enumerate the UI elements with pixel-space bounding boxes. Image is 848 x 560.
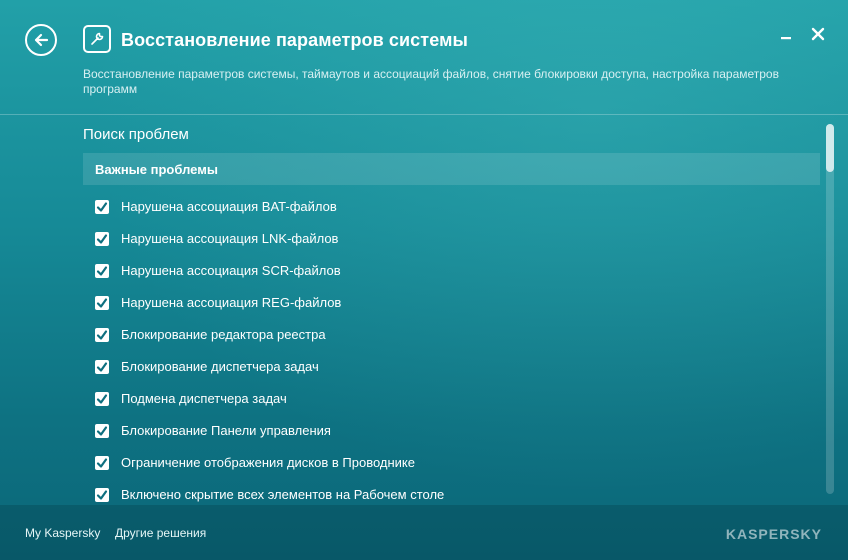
list-item[interactable]: Блокирование Панели управления <box>95 421 815 453</box>
item-label: Включено скрытие всех элементов на Рабоч… <box>121 487 445 502</box>
back-button[interactable] <box>25 24 57 56</box>
checkmark-icon <box>96 426 108 436</box>
list-item[interactable]: Ограничение отображения дисков в Проводн… <box>95 453 815 485</box>
item-label: Нарушена ассоциация BAT-файлов <box>121 199 337 214</box>
checkmark-icon <box>96 394 108 404</box>
problem-list: Нарушена ассоциация BAT-файлов Нарушена … <box>95 197 815 517</box>
checkmark-icon <box>96 202 108 212</box>
app-window: Восстановление параметров системы Восста… <box>0 0 848 560</box>
close-button[interactable] <box>810 24 826 44</box>
list-item[interactable]: Подмена диспетчера задач <box>95 389 815 421</box>
list-item[interactable]: Нарушена ассоциация BAT-файлов <box>95 197 815 229</box>
window-controls <box>778 24 826 44</box>
page-title: Восстановление параметров системы <box>121 30 468 50</box>
minimize-button[interactable] <box>778 24 794 44</box>
section-title: Поиск проблем <box>83 126 189 143</box>
checkmark-icon <box>96 490 108 500</box>
checkbox[interactable] <box>95 200 109 214</box>
checkbox[interactable] <box>95 264 109 278</box>
checkbox[interactable] <box>95 232 109 246</box>
minimize-icon <box>781 37 791 40</box>
checkmark-icon <box>96 330 108 340</box>
checkbox[interactable] <box>95 296 109 310</box>
group-title: Важные проблемы <box>95 162 218 177</box>
checkmark-icon <box>96 362 108 372</box>
checkbox[interactable] <box>95 456 109 470</box>
item-label: Нарушена ассоциация SCR-файлов <box>121 263 341 278</box>
checkmark-icon <box>96 458 108 468</box>
checkbox[interactable] <box>95 392 109 406</box>
list-item[interactable]: Блокирование диспетчера задач <box>95 357 815 389</box>
item-label: Блокирование редактора реестра <box>121 327 326 342</box>
list-item[interactable]: Нарушена ассоциация LNK-файлов <box>95 229 815 261</box>
item-label: Подмена диспетчера задач <box>121 391 287 406</box>
item-label: Блокирование Панели управления <box>121 423 331 438</box>
header-divider <box>0 114 848 115</box>
other-solutions-link[interactable]: Другие решения <box>115 526 206 540</box>
scroll-thumb[interactable] <box>826 124 834 172</box>
list-item[interactable]: Нарушена ассоциация SCR-файлов <box>95 261 815 293</box>
item-label: Блокирование диспетчера задач <box>121 359 319 374</box>
list-item[interactable]: Блокирование редактора реестра <box>95 325 815 357</box>
back-arrow-icon <box>34 33 49 47</box>
my-kaspersky-link[interactable]: My Kaspersky <box>25 526 100 540</box>
group-header[interactable]: Важные проблемы <box>83 153 820 185</box>
checkmark-icon <box>96 266 108 276</box>
checkbox[interactable] <box>95 424 109 438</box>
checkbox[interactable] <box>95 488 109 502</box>
footer: My Kaspersky Другие решения KASPERSKY <box>0 505 848 560</box>
item-label: Нарушена ассоциация LNK-файлов <box>121 231 339 246</box>
checkmark-icon <box>96 298 108 308</box>
checkbox[interactable] <box>95 360 109 374</box>
page-subtitle: Восстановление параметров системы, тайма… <box>83 67 779 96</box>
item-label: Ограничение отображения дисков в Проводн… <box>121 455 415 470</box>
checkmark-icon <box>96 234 108 244</box>
wrench-icon <box>83 25 111 53</box>
list-item[interactable]: Нарушена ассоциация REG-файлов <box>95 293 815 325</box>
scrollbar[interactable] <box>826 124 834 494</box>
checkbox[interactable] <box>95 328 109 342</box>
item-label: Нарушена ассоциация REG-файлов <box>121 295 342 310</box>
kaspersky-logo: KASPERSKY <box>725 526 822 542</box>
close-icon <box>811 27 825 41</box>
